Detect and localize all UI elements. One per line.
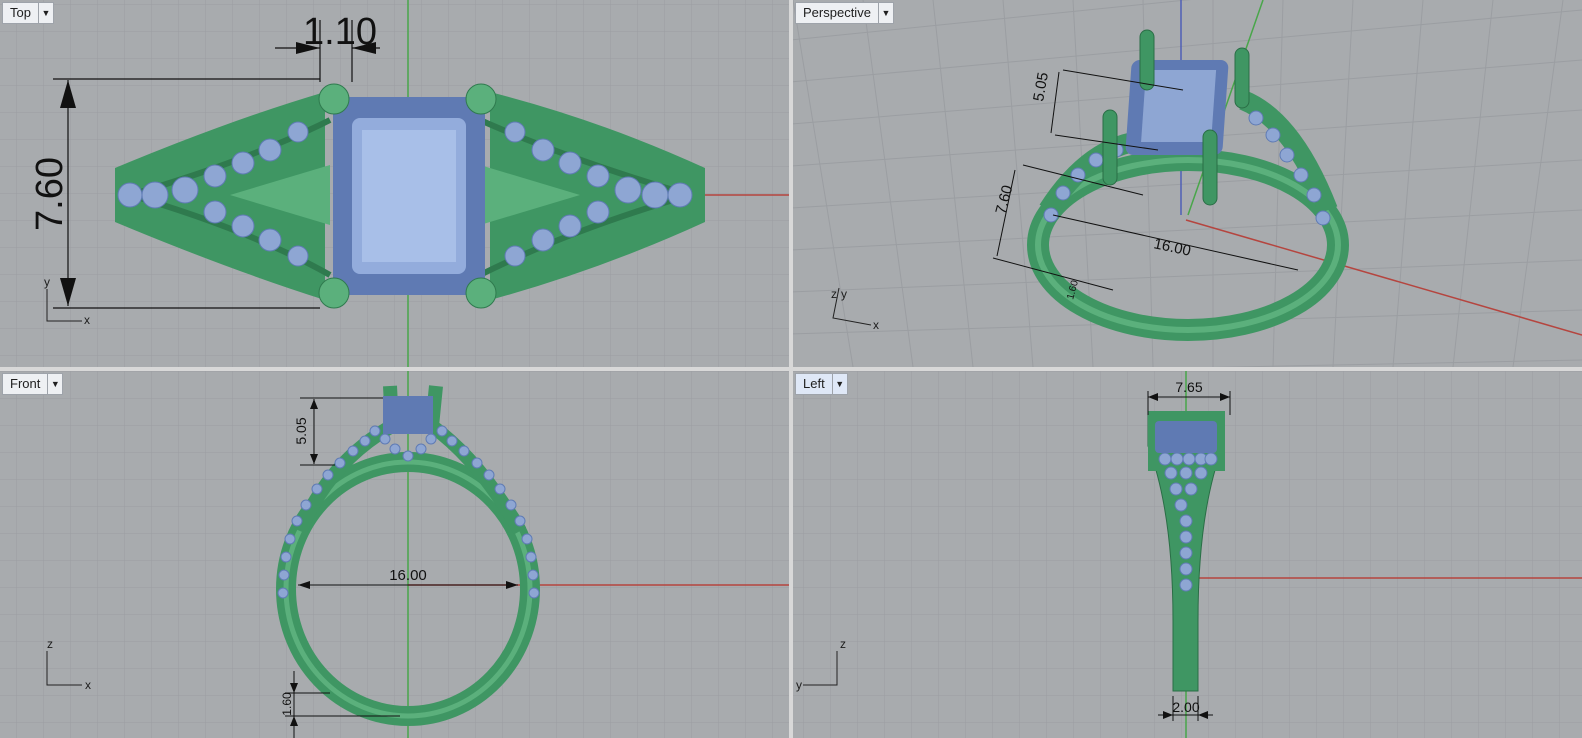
left-axis-y: y (796, 678, 802, 692)
chevron-down-icon[interactable]: ▼ (37, 3, 53, 23)
front-dim-prong: 5.05 (293, 417, 309, 444)
viewport-label-front: Front (10, 376, 41, 391)
persp-axis-x: x (873, 318, 879, 332)
top-axis-x: x (84, 313, 90, 327)
viewport-tab-top[interactable]: Top ▼ (2, 2, 54, 24)
persp-axis-y: y (841, 287, 847, 301)
chevron-down-icon[interactable]: ▼ (877, 3, 893, 23)
left-dim-width: 7.65 (1175, 379, 1202, 395)
dim-height-label: 7.60 (29, 157, 71, 231)
top-viewport-canvas: 1.10 7.60 y x (0, 0, 789, 367)
front-dim-diameter: 16.00 (389, 567, 427, 584)
viewport-perspective[interactable]: 5.05 7.60 16.00 1.60 z y x Perspective ▼ (793, 0, 1582, 367)
emerald-gem (333, 97, 485, 295)
viewport-label-perspective: Perspective (803, 5, 871, 20)
left-axis-z: z (840, 637, 846, 651)
top-axis-y: y (44, 275, 50, 289)
chevron-down-icon[interactable]: ▼ (831, 374, 847, 394)
viewport-tab-perspective[interactable]: Perspective ▼ (795, 2, 894, 24)
viewport-label-left: Left (803, 376, 825, 391)
dim-prong-width-label: 1.10 (303, 11, 377, 53)
front-viewport-canvas: 5.05 16.00 1.60 z x (0, 371, 789, 738)
persp-axis-z: z (831, 287, 837, 301)
perspective-viewport-canvas: 5.05 7.60 16.00 1.60 z y x (793, 0, 1582, 367)
chevron-down-icon[interactable]: ▼ (47, 374, 62, 394)
viewport-left[interactable]: 7.65 2.00 z y Left ▼ (793, 371, 1582, 738)
viewport-tab-left[interactable]: Left ▼ (795, 373, 848, 395)
viewport-front[interactable]: 5.05 16.00 1.60 z x Front ▼ (0, 371, 789, 738)
left-viewport-canvas: 7.65 2.00 z y (793, 371, 1582, 738)
viewport-top[interactable]: 1.10 7.60 y x Top ▼ (0, 0, 789, 367)
front-axis-z: z (47, 637, 53, 651)
front-axis-x: x (85, 678, 91, 692)
left-dim-shank: 2.00 (1172, 699, 1199, 715)
viewport-label-top: Top (10, 5, 31, 20)
viewport-tab-front[interactable]: Front ▼ (2, 373, 64, 395)
front-dim-shank: 1.60 (280, 692, 294, 716)
